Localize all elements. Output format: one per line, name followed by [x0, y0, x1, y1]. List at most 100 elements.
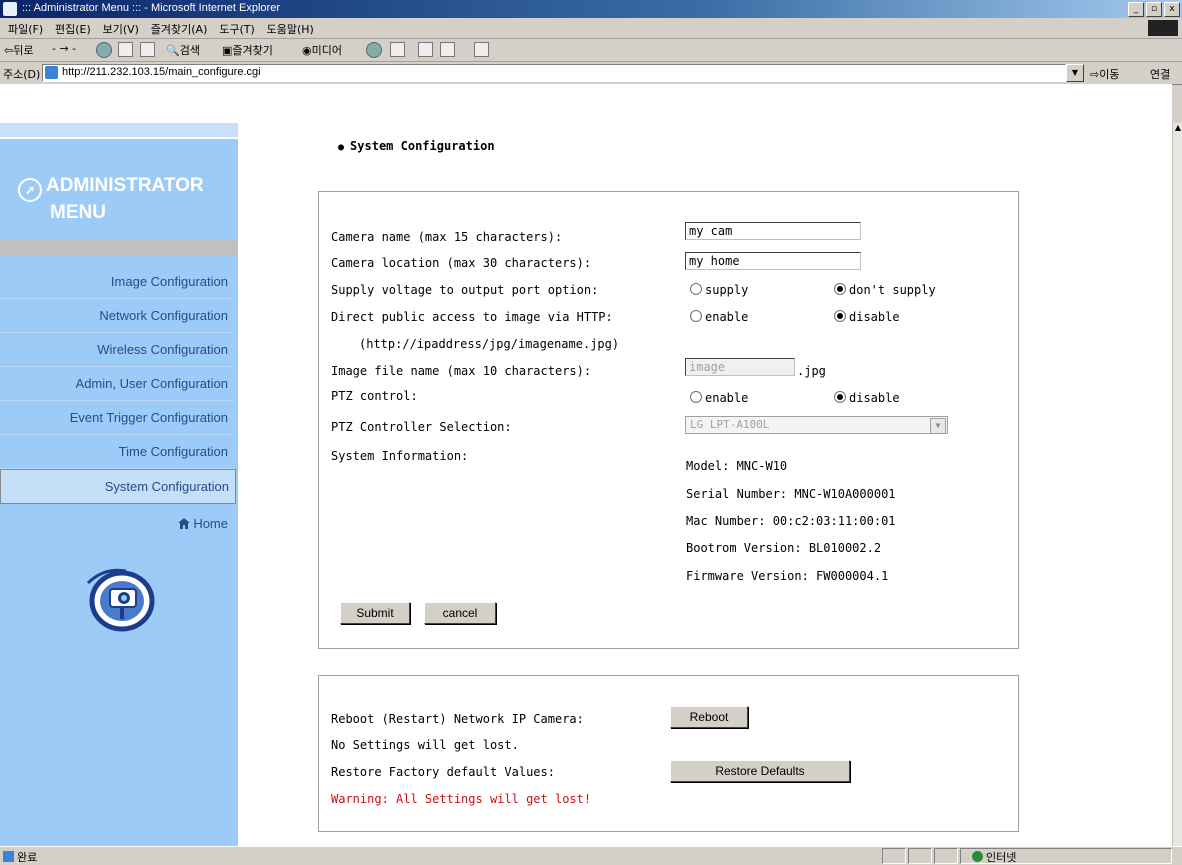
vertical-scrollbar[interactable]: ▲ — [1172, 123, 1182, 846]
sidebar-item-label: System Configuration — [104, 479, 229, 494]
dont-supply-radio[interactable] — [834, 283, 846, 295]
page-done-icon — [3, 851, 14, 862]
go-arrow-icon: ⇨ — [1090, 68, 1100, 81]
history-icon[interactable] — [366, 42, 382, 58]
scroll-up-icon[interactable]: ▲ — [1173, 123, 1182, 135]
dont-supply-radio-option[interactable]: don't supply — [834, 283, 936, 297]
discuss-icon[interactable] — [474, 42, 489, 57]
camera-location-input[interactable]: my home — [685, 252, 861, 270]
internet-globe-icon — [972, 851, 983, 862]
print-icon[interactable] — [418, 42, 433, 57]
ptz-disable-radio[interactable] — [834, 391, 846, 403]
menu-help[interactable]: 도움말(H) — [267, 21, 314, 37]
ptz-enable-radio-option[interactable]: enable — [690, 391, 748, 405]
http-url-hint: (http://ipaddress/jpg/imagename.jpg) — [359, 337, 620, 351]
dont-supply-radio-label: don't supply — [849, 283, 936, 297]
content-top-gap — [0, 84, 1172, 123]
section-title: System Configuration — [338, 139, 495, 153]
stop-icon[interactable] — [96, 42, 112, 58]
sidebar-item-label: Image Configuration — [110, 274, 228, 289]
go-button[interactable]: ⇨이동 — [1090, 66, 1119, 82]
restore-defaults-button[interactable]: Restore Defaults — [670, 760, 850, 782]
ptz-controller-value: LG LPT-A100L — [690, 418, 770, 431]
camera-name-input[interactable]: my cam — [685, 222, 861, 240]
sysinfo-serial: Serial Number: MNC-W10A000001 — [686, 487, 896, 501]
edit-icon[interactable] — [440, 42, 455, 57]
status-bar: 완료 인터넷 — [0, 846, 1182, 864]
maintenance-panel — [318, 675, 1019, 832]
favorites-button[interactable]: ▣즐겨찾기 — [222, 42, 273, 58]
camera-logo-icon — [86, 568, 155, 632]
sysinfo-mac: Mac Number: 00:c2:03:11:00:01 — [686, 514, 896, 528]
menubar: 파일(F) 편집(E) 보기(V) 즐겨찾기(A) 도구(T) 도움말(H) — [0, 18, 1182, 39]
maximize-button[interactable]: ▫ — [1146, 2, 1162, 17]
http-enable-radio[interactable] — [690, 310, 702, 322]
ie-icon — [3, 2, 17, 16]
sidebar-item-system-configuration[interactable]: System Configuration — [0, 469, 236, 504]
ptz-disable-radio-option[interactable]: disable — [834, 391, 900, 405]
media-button[interactable]: ◉미디어 — [302, 42, 342, 58]
submit-button[interactable]: Submit — [340, 602, 410, 624]
page-content: ➚ ADMINISTRATOR MENU Image Configuration … — [0, 123, 1182, 846]
menu-tools[interactable]: 도구(T) — [219, 21, 255, 37]
status-cell — [908, 848, 932, 864]
links-button[interactable]: 연결 — [1150, 66, 1170, 82]
sidebar-item-image-configuration[interactable]: Image Configuration — [0, 265, 234, 299]
forward-button[interactable]: - → - — [52, 42, 76, 55]
go-label: 이동 — [1099, 68, 1120, 81]
image-file-label: Image file name (max 10 characters): — [331, 364, 592, 378]
reboot-label: Reboot (Restart) Network IP Camera: — [331, 712, 584, 726]
minimize-button[interactable]: _ — [1128, 2, 1144, 17]
search-button[interactable]: 🔍검색 — [166, 42, 200, 58]
admin-sidebar: ➚ ADMINISTRATOR MENU Image Configuration … — [0, 123, 238, 846]
menu-edit[interactable]: 편집(E) — [55, 21, 91, 37]
status-text: 완료 — [17, 851, 38, 864]
page-icon — [45, 66, 58, 79]
search-icon: 🔍 — [166, 44, 180, 57]
close-button[interactable]: x — [1164, 2, 1180, 17]
image-file-input[interactable]: image — [685, 358, 795, 376]
ptz-disable-label: disable — [849, 391, 900, 405]
supply-radio[interactable] — [690, 283, 702, 295]
ptz-controller-select[interactable]: LG LPT-A100L ▼ — [685, 416, 948, 434]
sidebar-item-event-trigger-configuration[interactable]: Event Trigger Configuration — [0, 401, 234, 435]
search-label: 검색 — [179, 44, 200, 57]
address-input[interactable]: http://211.232.103.15/main_configure.cgi — [42, 64, 1066, 82]
menu-favorites[interactable]: 즐겨찾기(A) — [151, 21, 208, 37]
zone-label: 인터넷 — [986, 851, 1017, 864]
sysinfo-bootrom: Bootrom Version: BL010002.2 — [686, 541, 882, 555]
home-icon — [178, 518, 191, 529]
cancel-button[interactable]: cancel — [424, 602, 496, 624]
back-button[interactable]: ⇦뒤로 — [4, 42, 33, 58]
home-link[interactable]: Home — [0, 516, 234, 531]
supply-radio-option[interactable]: supply — [690, 283, 748, 297]
reboot-button[interactable]: Reboot — [670, 706, 748, 728]
address-bar: 주소(D) http://211.232.103.15/main_configu… — [0, 62, 1182, 85]
media-label: 미디어 — [311, 44, 342, 57]
sidebar-item-time-configuration[interactable]: Time Configuration — [0, 435, 234, 469]
sidebar-item-network-configuration[interactable]: Network Configuration — [0, 299, 234, 333]
home-label: Home — [193, 516, 228, 531]
sidebar-top-strip — [0, 123, 238, 139]
home-icon[interactable] — [140, 42, 155, 57]
sidebar-item-wireless-configuration[interactable]: Wireless Configuration — [0, 333, 234, 367]
http-enable-radio-option[interactable]: enable — [690, 310, 748, 324]
refresh-icon[interactable] — [118, 42, 133, 57]
sidebar-item-admin-user-configuration[interactable]: Admin, User Configuration — [0, 367, 234, 401]
http-disable-radio-option[interactable]: disable — [834, 310, 900, 324]
menu-file[interactable]: 파일(F) — [8, 21, 43, 37]
address-dropdown-icon[interactable]: ▼ — [1066, 64, 1084, 82]
sidebar-title-line1: ADMINISTRATOR — [46, 175, 204, 196]
system-info-label: System Information: — [331, 449, 469, 463]
menu-view[interactable]: 보기(V) — [103, 21, 139, 37]
ptz-enable-label: enable — [705, 391, 749, 405]
address-label: 주소(D) — [3, 68, 41, 81]
ptz-enable-radio[interactable] — [690, 391, 702, 403]
sidebar-item-label: Network Configuration — [99, 308, 228, 323]
supply-radio-label: supply — [705, 283, 749, 297]
mail-icon[interactable] — [390, 42, 405, 57]
http-disable-radio[interactable] — [834, 310, 846, 322]
restore-warning: Warning: All Settings will get lost! — [331, 792, 592, 806]
window-controls: _ ▫ x — [1128, 2, 1180, 17]
chevron-down-icon[interactable]: ▼ — [930, 418, 946, 434]
